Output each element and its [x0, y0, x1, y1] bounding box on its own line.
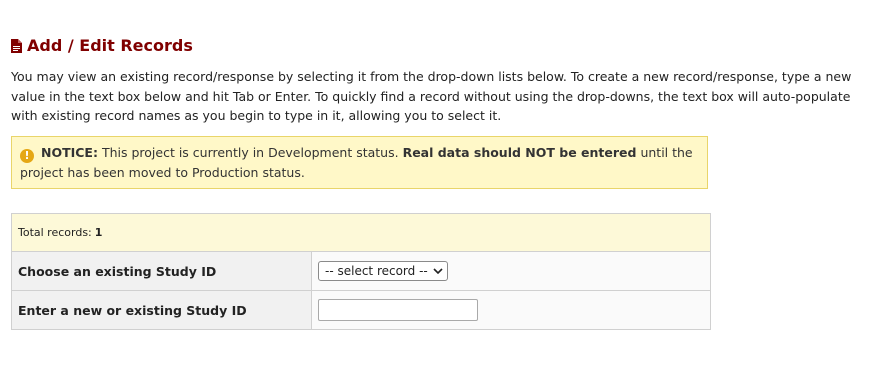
document-icon — [11, 38, 22, 53]
page-title: Add / Edit Records — [11, 36, 193, 55]
chevron-down-icon — [433, 268, 443, 274]
records-table: Total records: 1 Choose an existing Stud… — [11, 213, 711, 330]
total-records-label: Total records: — [18, 226, 92, 239]
exclamation-icon: ! — [20, 149, 34, 163]
notice-box: ! NOTICE: This project is currently in D… — [11, 136, 708, 189]
page-title-text: Add / Edit Records — [27, 36, 193, 55]
intro-text: You may view an existing record/response… — [11, 69, 852, 123]
record-select[interactable]: -- select record -- — [318, 261, 448, 281]
notice-label: NOTICE: — [40, 145, 98, 160]
enter-record-label: Enter a new or existing Study ID — [12, 291, 312, 329]
notice-emphasis: Real data should NOT be entered — [402, 145, 637, 160]
total-records-row: Total records: 1 — [12, 214, 710, 252]
total-records-count: 1 — [94, 226, 103, 239]
study-id-input[interactable] — [318, 299, 478, 321]
enter-record-row: Enter a new or existing Study ID — [12, 291, 710, 330]
record-select-value: -- select record -- — [325, 264, 428, 278]
choose-record-cell: -- select record -- — [312, 252, 710, 290]
notice-text-before: This project is currently in Development… — [97, 145, 403, 160]
enter-record-cell — [312, 291, 710, 329]
choose-record-row: Choose an existing Study ID -- select re… — [12, 252, 710, 291]
choose-record-label: Choose an existing Study ID — [12, 252, 312, 290]
